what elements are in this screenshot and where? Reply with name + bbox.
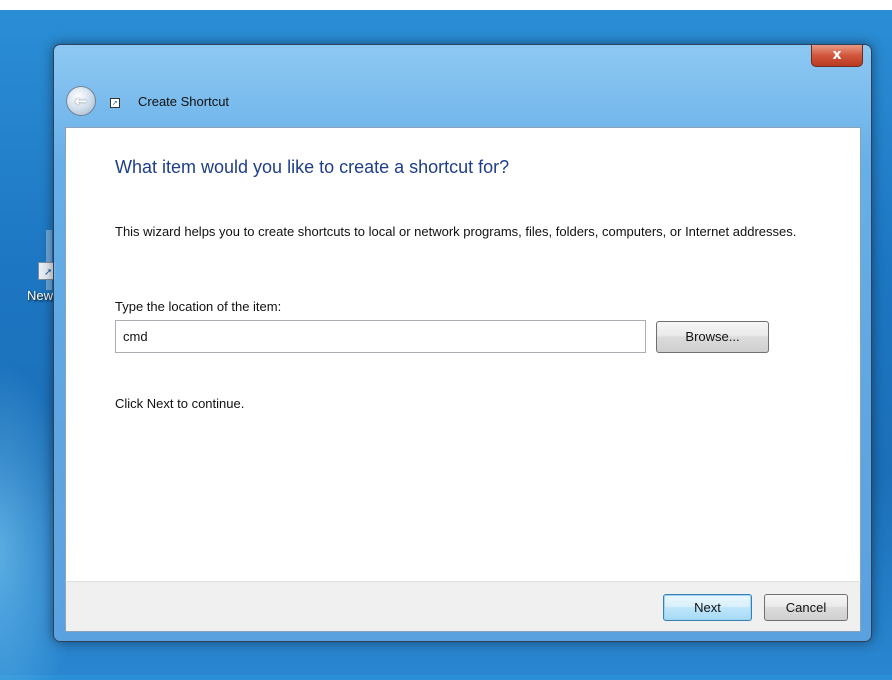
close-button[interactable]: x bbox=[811, 45, 863, 67]
screen-top-edge bbox=[0, 0, 892, 10]
back-button[interactable]: ← bbox=[66, 86, 96, 116]
back-arrow-icon: ← bbox=[74, 92, 88, 110]
wizard-footer: Next Cancel bbox=[65, 581, 861, 632]
continue-instruction: Click Next to continue. bbox=[115, 396, 245, 411]
title-bar[interactable]: x ← ➚ Create Shortcut bbox=[54, 45, 871, 127]
close-icon: x bbox=[832, 47, 842, 63]
wizard-description: This wizard helps you to create shortcut… bbox=[115, 224, 797, 239]
next-button[interactable]: Next bbox=[663, 594, 752, 621]
wizard-content: What item would you like to create a sho… bbox=[65, 127, 861, 581]
window-title: Create Shortcut bbox=[138, 94, 230, 109]
cancel-button[interactable]: Cancel bbox=[764, 594, 848, 621]
shortcut-icon: ➚ bbox=[110, 98, 120, 108]
wizard-heading: What item would you like to create a sho… bbox=[115, 157, 510, 177]
create-shortcut-window: x ← ➚ Create Shortcut What item would yo… bbox=[53, 44, 872, 642]
location-input[interactable]: cmd bbox=[115, 320, 646, 353]
browse-button[interactable]: Browse... bbox=[656, 321, 769, 353]
location-label: Type the location of the item: bbox=[115, 299, 282, 314]
